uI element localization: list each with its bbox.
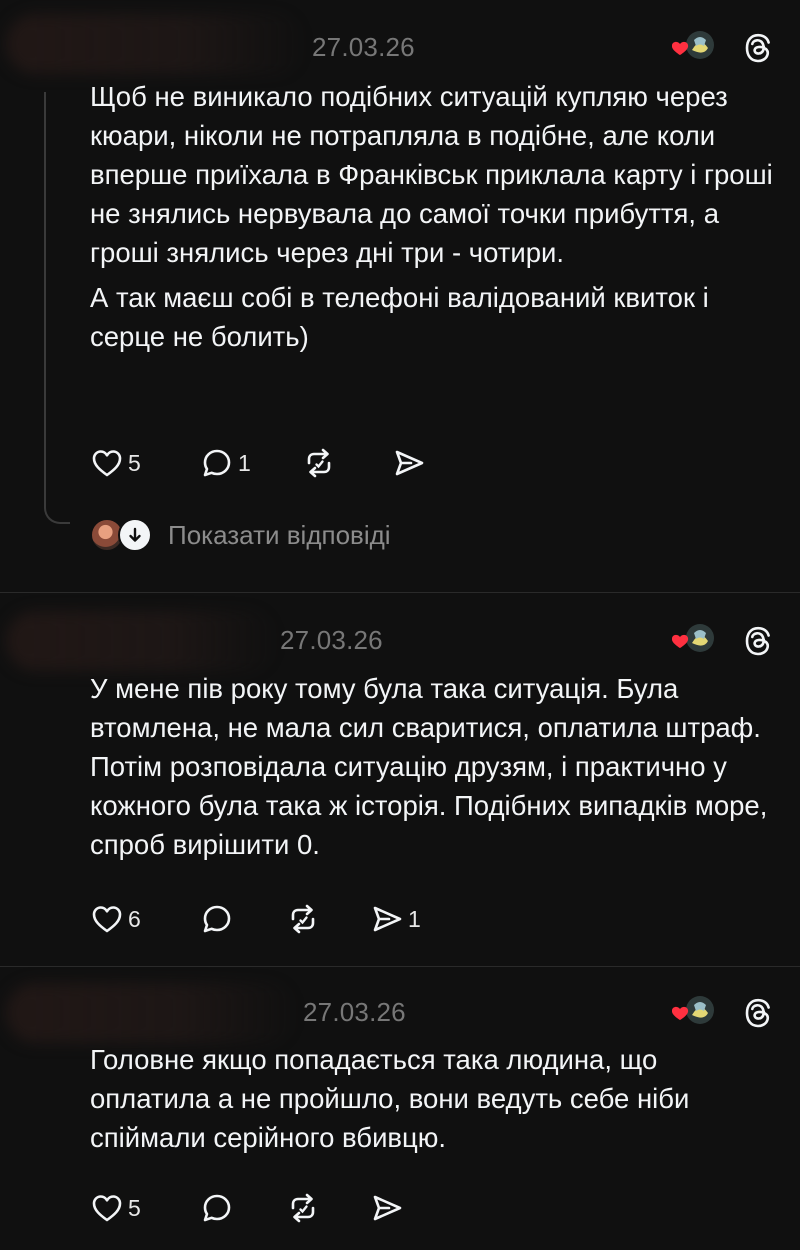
action-bar: 6 1 [90,899,510,939]
comment-paragraph: А так маєш собі в телефоні валідований к… [90,282,709,352]
heart-icon [672,1006,689,1020]
like-button[interactable]: 5 [90,1188,141,1228]
author-reaction-avatar[interactable] [672,28,716,64]
comment-2: 27.03.26 У мене пів року тому була така … [0,593,800,965]
comment-icon [203,449,231,477]
like-count: 5 [128,1194,141,1221]
author-name-redacted[interactable] [6,983,298,1043]
threads-logo-icon[interactable] [742,997,774,1029]
share-button[interactable] [392,443,430,483]
comment-date: 27.03.26 [303,997,406,1027]
heart-icon [92,906,122,933]
comment-text: Головне якщо попадається така людина, що… [90,1040,780,1157]
repost-icon [291,1193,315,1223]
heart-icon [92,1195,122,1222]
threads-logo-icon[interactable] [742,32,774,64]
repost-button[interactable] [302,443,340,483]
action-bar: 5 1 [90,443,510,483]
comment-text: У мене пів року тому була така ситуація.… [90,669,780,864]
show-replies-button[interactable]: Показати відповіді [90,515,391,555]
comment-1: 27.03.26 Щоб не виникало подібних ситуац… [0,0,800,590]
comment-paragraph: Головне якщо попадається така людина, що… [90,1044,690,1153]
reply-button[interactable] [200,899,238,939]
reply-button[interactable] [200,1188,238,1228]
comments-feed: 27.03.26 Щоб не виникало подібних ситуац… [0,0,800,1250]
heart-icon [672,634,689,648]
arrow-down-icon [118,518,152,552]
reply-thread-line [44,92,70,524]
comment-date: 27.03.26 [280,625,383,655]
share-button[interactable]: 1 [370,899,421,939]
comment-icon [203,1194,231,1222]
comment-date: 27.03.26 [312,32,415,62]
reply-count: 1 [238,449,251,476]
share-icon [373,1195,402,1221]
author-reaction-avatar[interactable] [672,993,716,1029]
comment-paragraph: Щоб не виникало подібних ситуацій купляю… [90,81,773,268]
share-icon [395,450,424,476]
like-count: 5 [128,449,141,476]
share-count: 1 [408,905,421,932]
repost-button[interactable] [286,1188,324,1228]
comment-paragraph: У мене пів року тому була така ситуація.… [90,673,768,860]
author-reaction-avatar[interactable] [672,621,716,657]
action-bar: 5 [90,1188,510,1228]
comment-icon [203,905,231,933]
author-name-redacted[interactable] [6,611,278,671]
share-icon [373,906,402,932]
threads-logo-icon[interactable] [742,625,774,657]
repost-button[interactable] [286,899,324,939]
repost-icon [307,448,331,478]
heart-icon [672,41,689,55]
reply-button[interactable]: 1 [200,443,251,483]
like-button[interactable]: 5 [90,443,141,483]
comment-3: 27.03.26 Головне якщо попадається така л… [0,967,800,1250]
like-button[interactable]: 6 [90,899,141,939]
repost-icon [291,904,315,934]
like-count: 6 [128,905,141,932]
comment-text: Щоб не виникало подібних ситуацій купляю… [90,77,780,356]
author-name-redacted[interactable] [6,14,306,74]
share-button[interactable] [370,1188,408,1228]
show-replies-label: Показати відповіді [168,519,391,550]
heart-icon [92,450,122,477]
